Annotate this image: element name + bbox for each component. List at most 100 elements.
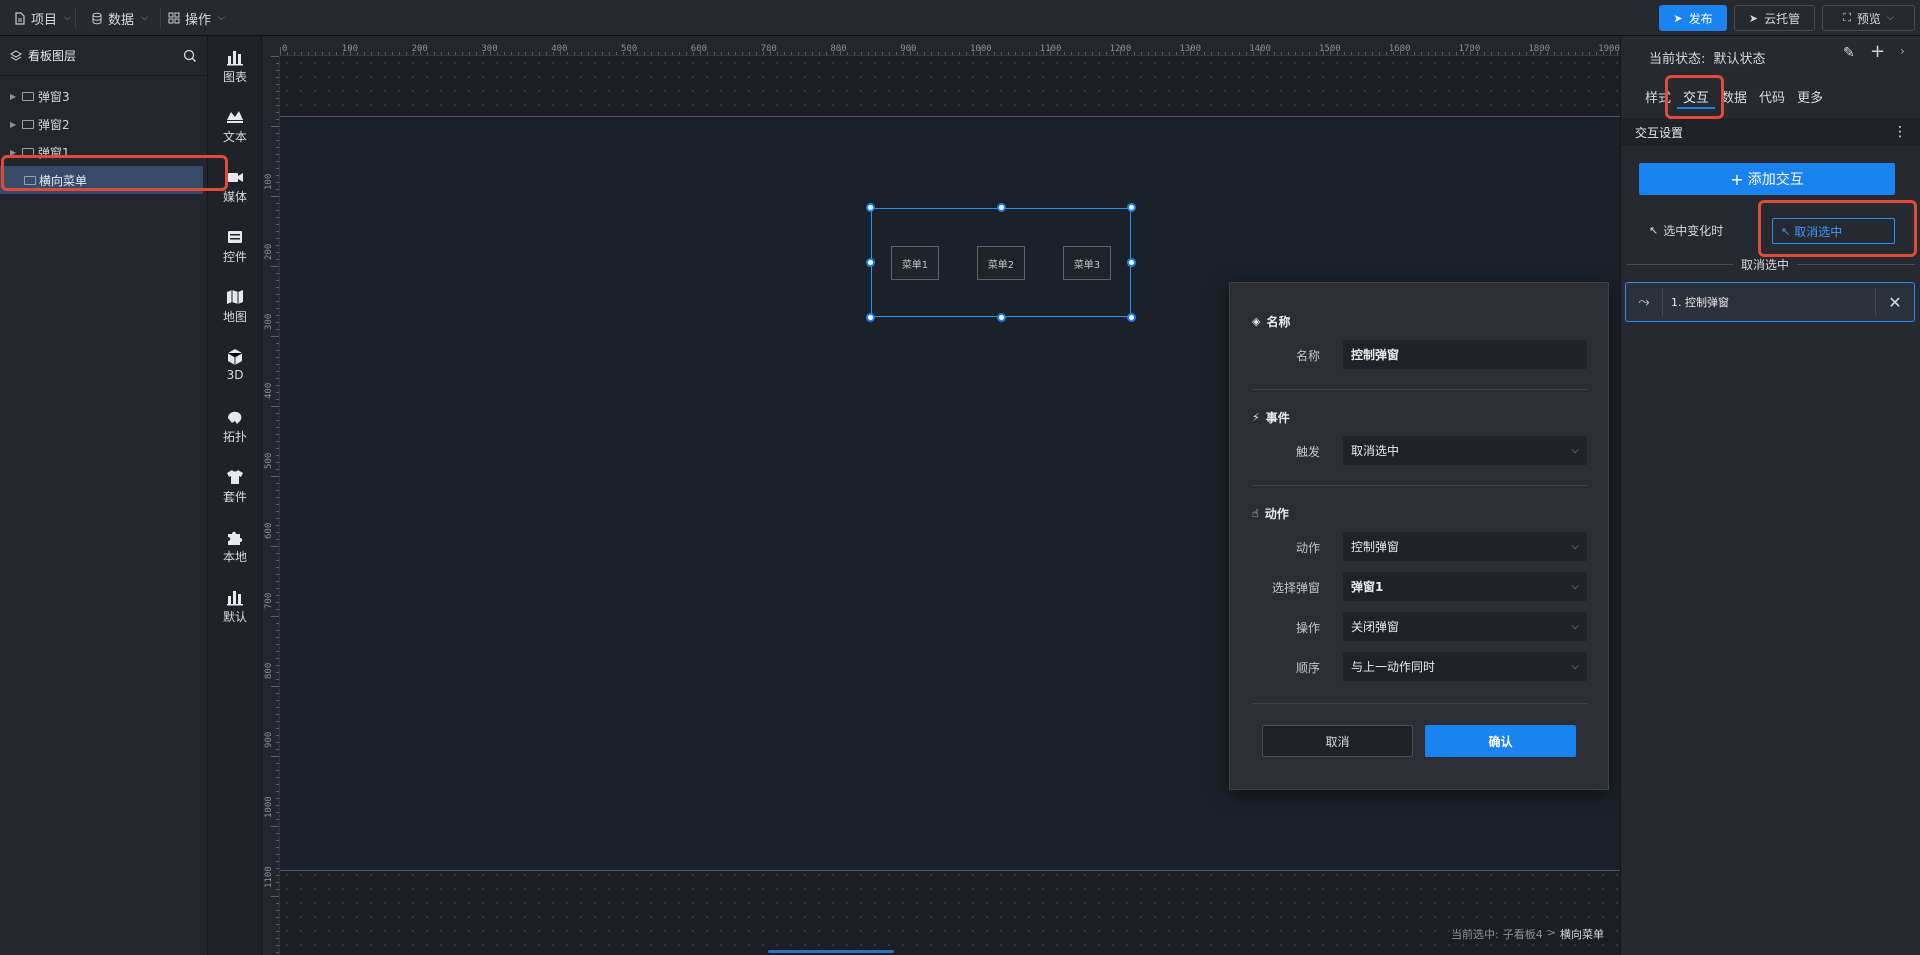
more-vertical-icon[interactable]: ⋮: [1893, 124, 1907, 140]
name-input[interactable]: 控制弹窗: [1343, 340, 1587, 369]
resize-handle[interactable]: [866, 258, 875, 267]
ruler-tick-label: 700: [264, 592, 274, 609]
menu-item-2[interactable]: 菜单2: [977, 246, 1025, 280]
popup-label: 选择弹窗: [1271, 581, 1320, 595]
component-3d[interactable]: 3D: [208, 348, 262, 382]
component-local[interactable]: 本地: [208, 528, 262, 565]
resize-handle[interactable]: [866, 203, 875, 212]
component-topology[interactable]: 拓扑: [208, 408, 262, 445]
divider: [75, 8, 76, 28]
layers-icon: [10, 49, 22, 61]
component-default[interactable]: 默认: [208, 588, 262, 625]
popup-select[interactable]: 弹窗1 ⌵: [1343, 572, 1587, 601]
search-icon[interactable]: [183, 49, 197, 63]
layer-item-popup3[interactable]: ▶ 弹窗3: [0, 82, 207, 110]
menu-operation-label: 操作: [185, 12, 212, 28]
lightning-icon: ⚡: [1252, 411, 1260, 424]
trigger-select[interactable]: 取消选中 ⌵: [1343, 436, 1587, 465]
tab-more[interactable]: 更多: [1791, 87, 1829, 109]
component-label: 本地: [222, 550, 247, 564]
horizontal-scrollbar[interactable]: [768, 950, 894, 953]
section-title: 事件: [1265, 411, 1290, 425]
resize-handle[interactable]: [866, 313, 875, 322]
menu-data[interactable]: 数据 ⌵: [83, 4, 156, 32]
component-label: 默认: [222, 610, 247, 624]
action-item[interactable]: ⤳ 1. 控制弹窗 ✕: [1625, 282, 1915, 322]
chevron-down-icon: ⌵: [1571, 541, 1579, 552]
highlight-box: [1, 155, 228, 191]
chevron-down-icon: ⌵: [1571, 621, 1579, 632]
ruler-tick-label: 200: [264, 243, 274, 260]
caret-right-icon[interactable]: ▶: [10, 92, 16, 101]
status-separator: >: [1546, 926, 1556, 939]
order-value: 与上一动作同时: [1351, 660, 1436, 674]
chevron-right-icon[interactable]: ›: [1900, 44, 1905, 58]
layers-title: 看板图层: [28, 49, 77, 63]
component-chart[interactable]: 图表: [208, 48, 262, 85]
resize-handle[interactable]: [1127, 203, 1136, 212]
resize-handle[interactable]: [997, 313, 1006, 322]
database-icon: [92, 12, 102, 24]
order-select[interactable]: 与上一动作同时 ⌵: [1343, 652, 1587, 681]
group-icon: [22, 119, 34, 129]
menu-project[interactable]: 项目 ⌵: [6, 4, 79, 32]
action-select[interactable]: 控制弹窗 ⌵: [1343, 532, 1587, 561]
menu-item-3[interactable]: 菜单3: [1063, 246, 1111, 280]
layer-item-popup2[interactable]: ▶ 弹窗2: [0, 110, 207, 138]
component-label: 媒体: [222, 190, 247, 204]
name-section-header: ◈ 名称: [1252, 313, 1290, 330]
popup-value: 弹窗1: [1351, 580, 1384, 594]
ruler-horizontal[interactable]: 0100200300400500600700800900100011001200…: [280, 36, 1620, 56]
operation-select[interactable]: 关闭弹窗 ⌵: [1343, 612, 1587, 641]
name-label: 名称: [1295, 349, 1320, 363]
layers-header: 看板图层: [0, 36, 207, 76]
bars-icon: [227, 591, 243, 606]
component-suite[interactable]: 套件: [208, 468, 262, 505]
menu-operation[interactable]: 操作 ⌵: [160, 4, 233, 32]
branch-icon: ⤳: [1638, 294, 1650, 310]
topology-icon: [228, 411, 242, 424]
puzzle-icon: [228, 531, 243, 545]
group-title: 取消选中: [1733, 256, 1798, 273]
chevron-down-icon: ⌵: [1571, 581, 1579, 592]
close-icon[interactable]: ✕: [1876, 293, 1914, 312]
resize-handle[interactable]: [1127, 258, 1136, 267]
status-current: 横向菜单: [1560, 928, 1604, 941]
add-interaction-button[interactable]: + 添加交互: [1639, 163, 1895, 195]
preview-button[interactable]: ⛶ 预览 ⌵: [1822, 5, 1915, 31]
shirt-icon: [227, 470, 243, 484]
text-icon: [227, 111, 243, 123]
add-interaction-label: 添加交互: [1747, 172, 1804, 188]
cloud-host-button[interactable]: ➤ 云托管: [1734, 5, 1815, 31]
event-section-header: ⚡ 事件: [1252, 409, 1290, 426]
ruler-vertical[interactable]: 100 200 300 400 500 600 700 800 900 1000 1100: [262, 56, 280, 955]
component-label: 套件: [222, 490, 247, 504]
component-map[interactable]: 地图: [208, 288, 262, 325]
operation-label: 操作: [1295, 621, 1320, 635]
cancel-button[interactable]: 取消: [1262, 725, 1413, 757]
tab-code[interactable]: 代码: [1753, 87, 1791, 109]
ruler-tick-label: 100: [264, 173, 274, 190]
caret-right-icon[interactable]: ▶: [10, 120, 16, 129]
divider: [1252, 703, 1588, 704]
menu-data-label: 数据: [108, 12, 135, 28]
plus-icon[interactable]: +: [1870, 41, 1885, 62]
resize-handle[interactable]: [1127, 313, 1136, 322]
status-path: 子看板4: [1502, 928, 1543, 941]
component-control[interactable]: 控件: [208, 228, 262, 265]
menu-item-1[interactable]: 菜单1: [891, 246, 939, 280]
divider: [1662, 288, 1663, 316]
menu-project-label: 项目: [31, 12, 58, 28]
property-panel: 当前状态: 默认状态 ✎ + › 样式 交互 数据 代码 更多 交互设置 ⋮ +…: [1620, 36, 1920, 955]
send-icon: ➤: [1673, 11, 1683, 25]
layer-label: 弹窗2: [38, 117, 70, 132]
resize-handle[interactable]: [997, 203, 1006, 212]
component-text[interactable]: 文本: [208, 108, 262, 145]
edit-icon[interactable]: ✎: [1843, 45, 1855, 61]
state-value: 默认状态: [1713, 52, 1766, 67]
ruler-tick-label: 1100: [264, 866, 274, 888]
diamond-icon: ◈: [1252, 315, 1261, 328]
publish-button[interactable]: ➤ 发布: [1659, 5, 1727, 31]
current-state: 当前状态: 默认状态: [1649, 48, 1766, 67]
confirm-button[interactable]: 确认: [1425, 725, 1576, 757]
